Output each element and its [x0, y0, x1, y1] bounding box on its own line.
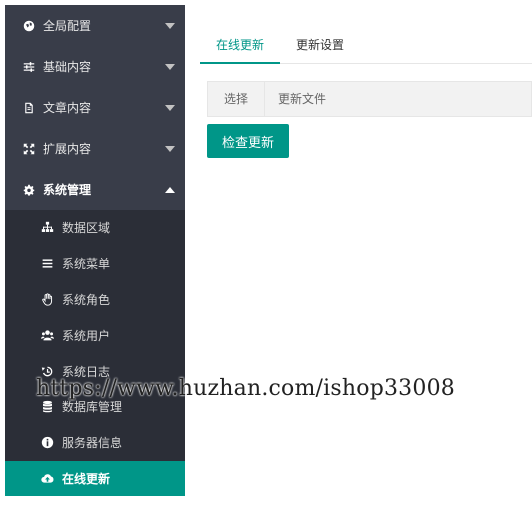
document-icon: [23, 102, 35, 114]
sidebar-item-label: 服务器信息: [62, 436, 123, 451]
menu-system-management[interactable]: 系统管理: [5, 169, 185, 210]
tab-update-settings[interactable]: 更新设置: [280, 27, 360, 63]
menu-basic-content[interactable]: 基础内容: [5, 46, 185, 87]
watermark: https://www.huzhan.com/ishop33008: [36, 376, 455, 401]
menu-article-content[interactable]: 文章内容: [5, 87, 185, 128]
sidebar-item-online-update[interactable]: 在线更新: [5, 460, 185, 496]
check-update-button[interactable]: 检查更新: [207, 124, 289, 158]
column-update-file: 更新文件: [278, 92, 327, 106]
menu-global-config[interactable]: 全局配置: [5, 5, 185, 46]
sidebar: 全局配置 基础内容 文章内容 扩展内容 系统管理 数据区域 系统菜单 系统角色 …: [5, 5, 185, 496]
column-select: 选择: [208, 82, 265, 116]
sidebar-item-label: 系统用户: [62, 328, 111, 343]
sliders-icon: [23, 61, 35, 73]
sidebar-item-system-user[interactable]: 系统用户: [5, 317, 185, 353]
menu-label: 基础内容: [43, 60, 92, 74]
database-icon: [41, 400, 54, 413]
sidebar-item-label: 数据区域: [62, 221, 111, 236]
menu-label: 系统管理: [43, 183, 92, 197]
chevron-down-icon: [165, 145, 175, 152]
list-icon: [41, 257, 54, 270]
menu-label: 文章内容: [43, 101, 92, 115]
update-table-header: 选择 更新文件: [207, 81, 532, 117]
hand-icon: [41, 293, 54, 306]
menu-label: 全局配置: [43, 19, 92, 33]
tab-online-update[interactable]: 在线更新: [200, 27, 281, 64]
sidebar-item-server-info[interactable]: 服务器信息: [5, 425, 185, 461]
sidebar-item-system-role[interactable]: 系统角色: [5, 282, 185, 318]
sitemap-icon: [41, 221, 54, 234]
main-content: 在线更新 更新设置 选择 更新文件 检查更新: [186, 5, 532, 496]
chevron-down-icon: [165, 22, 175, 29]
system-submenu: 数据区域 系统菜单 系统角色 系统用户 系统日志 数据库管理 服务器信息 在线更…: [5, 210, 185, 496]
sidebar-item-system-menu[interactable]: 系统菜单: [5, 246, 185, 282]
globe-icon: [23, 20, 35, 32]
chevron-down-icon: [165, 63, 175, 70]
sidebar-item-label: 在线更新: [62, 471, 111, 486]
sidebar-item-label: 系统菜单: [62, 257, 111, 272]
tab-bar: 在线更新 更新设置: [200, 27, 532, 64]
info-icon: [41, 436, 54, 449]
sidebar-item-data-region[interactable]: 数据区域: [5, 210, 185, 246]
gear-icon: [23, 184, 35, 196]
sidebar-item-label: 系统角色: [62, 292, 111, 307]
users-icon: [41, 329, 54, 342]
chevron-down-icon: [165, 104, 175, 111]
menu-extended-content[interactable]: 扩展内容: [5, 128, 185, 169]
chevron-up-icon: [165, 186, 175, 193]
expand-icon: [23, 143, 35, 155]
cloud-upload-icon: [41, 472, 54, 485]
menu-label: 扩展内容: [43, 142, 92, 156]
